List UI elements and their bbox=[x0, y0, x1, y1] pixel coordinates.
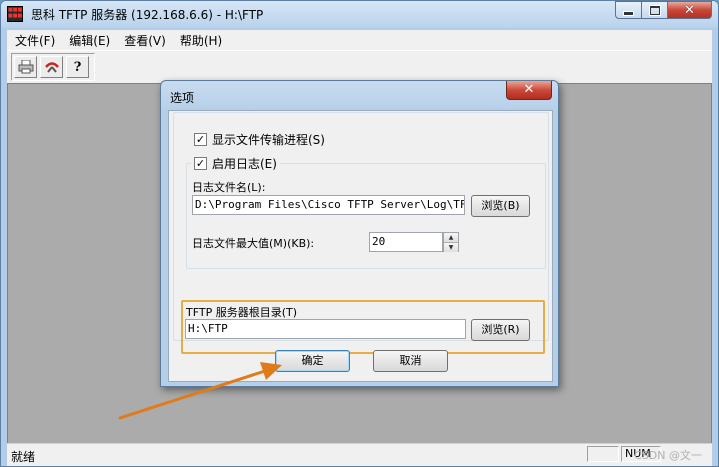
enable-log-label: 启用日志(E) bbox=[212, 157, 277, 171]
browse-log-button[interactable]: 浏览(B) bbox=[471, 195, 530, 217]
caption-buttons: ✕ bbox=[615, 1, 712, 20]
menu-view[interactable]: 查看(V) bbox=[116, 32, 172, 49]
title-bar[interactable]: ■■■ ■■■ 思科 TFTP 服务器 (192.168.6.6) - H:\FT… bbox=[1, 1, 718, 28]
spin-down-icon[interactable]: ▼ bbox=[444, 243, 458, 252]
toolbar: ? bbox=[7, 50, 712, 84]
close-icon: ✕ bbox=[523, 82, 535, 97]
dialog-close-button[interactable]: ✕ bbox=[506, 81, 552, 100]
close-icon: ✕ bbox=[684, 2, 695, 18]
log-max-size-spinner[interactable]: ▲ ▼ bbox=[443, 232, 459, 252]
close-button[interactable]: ✕ bbox=[668, 1, 712, 19]
menu-bar: 文件(F) 编辑(E) 查看(V) 帮助(H) bbox=[7, 30, 712, 50]
root-dir-label: TFTP 服务器根目录(T) bbox=[186, 306, 298, 319]
spin-up-icon[interactable]: ▲ bbox=[444, 233, 458, 243]
status-pane-blank bbox=[587, 446, 619, 462]
menu-help[interactable]: 帮助(H) bbox=[172, 32, 228, 49]
menu-edit[interactable]: 编辑(E) bbox=[61, 32, 116, 49]
log-file-label: 日志文件名(L): bbox=[192, 181, 266, 194]
cancel-button[interactable]: 取消 bbox=[373, 350, 448, 372]
window-title: 思科 TFTP 服务器 (192.168.6.6) - H:\FTP bbox=[31, 8, 264, 22]
help-button[interactable]: ? bbox=[66, 56, 89, 78]
dialog-title: 选项 bbox=[170, 91, 195, 105]
options-icon bbox=[44, 62, 59, 73]
enable-log-checkbox[interactable]: ✓ bbox=[194, 157, 207, 170]
minimize-button[interactable] bbox=[615, 1, 642, 19]
maximize-button[interactable] bbox=[642, 1, 668, 19]
maximize-icon bbox=[648, 4, 661, 16]
show-progress-label: 显示文件传输进程(S) bbox=[212, 133, 325, 147]
print-icon bbox=[18, 60, 33, 74]
minimize-icon bbox=[623, 10, 634, 16]
options-button[interactable] bbox=[40, 56, 63, 78]
log-file-input[interactable]: D:\Program Files\Cisco TFTP Server\Log\T… bbox=[192, 195, 465, 215]
watermark-text: CSDN @文一 bbox=[634, 449, 702, 462]
toolbar-group: ? bbox=[11, 53, 95, 81]
show-progress-option[interactable]: ✓ 显示文件传输进程(S) bbox=[194, 131, 325, 148]
status-text: 就绪 bbox=[11, 450, 36, 464]
dialog-body: ✓ 显示文件传输进程(S) ✓ 启用日志(E) 日志文件名(L): D:\Pro… bbox=[168, 110, 553, 382]
log-max-size-label: 日志文件最大值(M)(KB): bbox=[192, 237, 315, 250]
enable-log-option[interactable]: ✓ 启用日志(E) bbox=[191, 155, 280, 172]
root-dir-input[interactable]: H:\FTP bbox=[185, 319, 466, 339]
show-progress-checkbox[interactable]: ✓ bbox=[194, 133, 207, 146]
help-icon: ? bbox=[73, 59, 82, 75]
status-bar: 就绪 NUM CSDN @文一 bbox=[7, 443, 712, 466]
menu-file[interactable]: 文件(F) bbox=[7, 32, 61, 49]
cisco-tftp-app-icon: ■■■ ■■■ bbox=[7, 6, 23, 22]
ok-button[interactable]: 确定 bbox=[275, 350, 350, 372]
browse-root-button[interactable]: 浏览(R) bbox=[471, 319, 530, 341]
options-dialog: 选项 ✕ ✓ 显示文件传输进程(S) ✓ 启用日志(E) 日志文件名(L): D… bbox=[160, 80, 559, 387]
print-button[interactable] bbox=[14, 56, 37, 78]
log-max-size-input[interactable]: 20 bbox=[369, 232, 443, 252]
